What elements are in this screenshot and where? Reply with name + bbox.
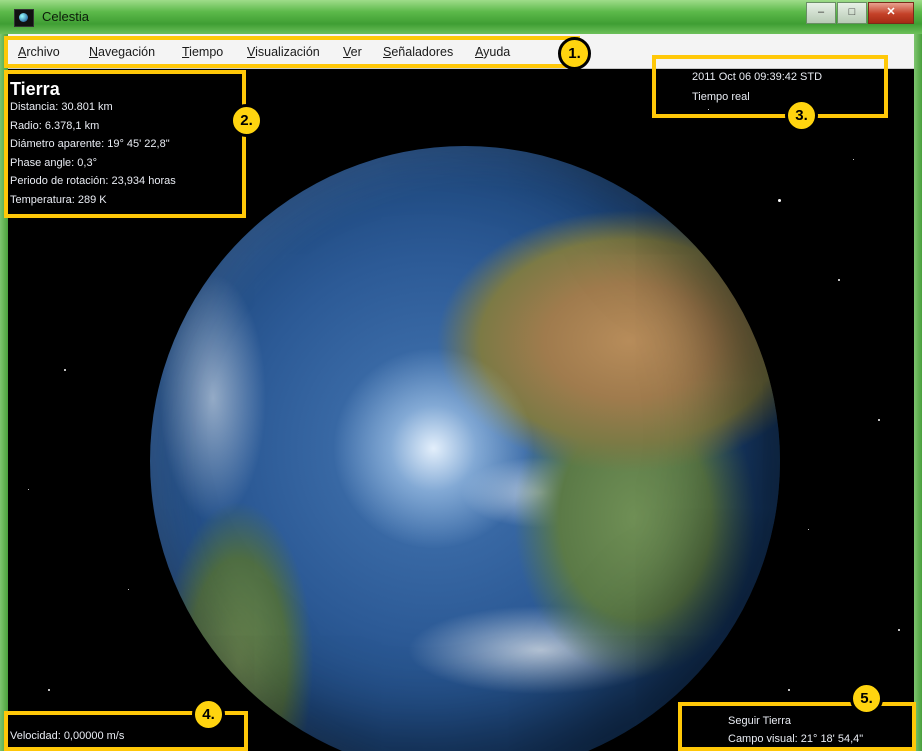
star: [853, 159, 854, 160]
minimize-button[interactable]: –: [806, 2, 836, 24]
callout-box-time: [652, 55, 888, 118]
callout-badge-1: 1.: [558, 37, 591, 70]
maximize-button[interactable]: □: [837, 2, 867, 24]
star: [778, 199, 781, 202]
callout-badge-5: 5.: [850, 682, 883, 715]
star: [128, 589, 129, 590]
close-button[interactable]: ✕: [868, 2, 914, 24]
callout-box-object-info: [4, 70, 246, 218]
earth-globe[interactable]: [150, 146, 780, 751]
celestia-app-icon[interactable]: [14, 9, 34, 27]
star: [808, 529, 809, 530]
window-title: Celestia: [42, 9, 89, 24]
callout-badge-2: 2.: [230, 104, 263, 137]
window-controls: – □ ✕: [805, 2, 914, 24]
callout-badge-3: 3.: [785, 99, 818, 132]
title-bar[interactable]: Celestia – □ ✕: [0, 0, 922, 34]
callout-box-follow: [678, 702, 916, 751]
star: [898, 629, 900, 631]
callout-box-menu: [4, 36, 580, 68]
star: [878, 419, 880, 421]
star: [28, 489, 29, 490]
star: [838, 279, 840, 281]
callout-badge-4: 4.: [192, 698, 225, 731]
window-right-border: [914, 34, 922, 751]
star: [788, 689, 790, 691]
star: [48, 689, 50, 691]
star: [64, 369, 66, 371]
